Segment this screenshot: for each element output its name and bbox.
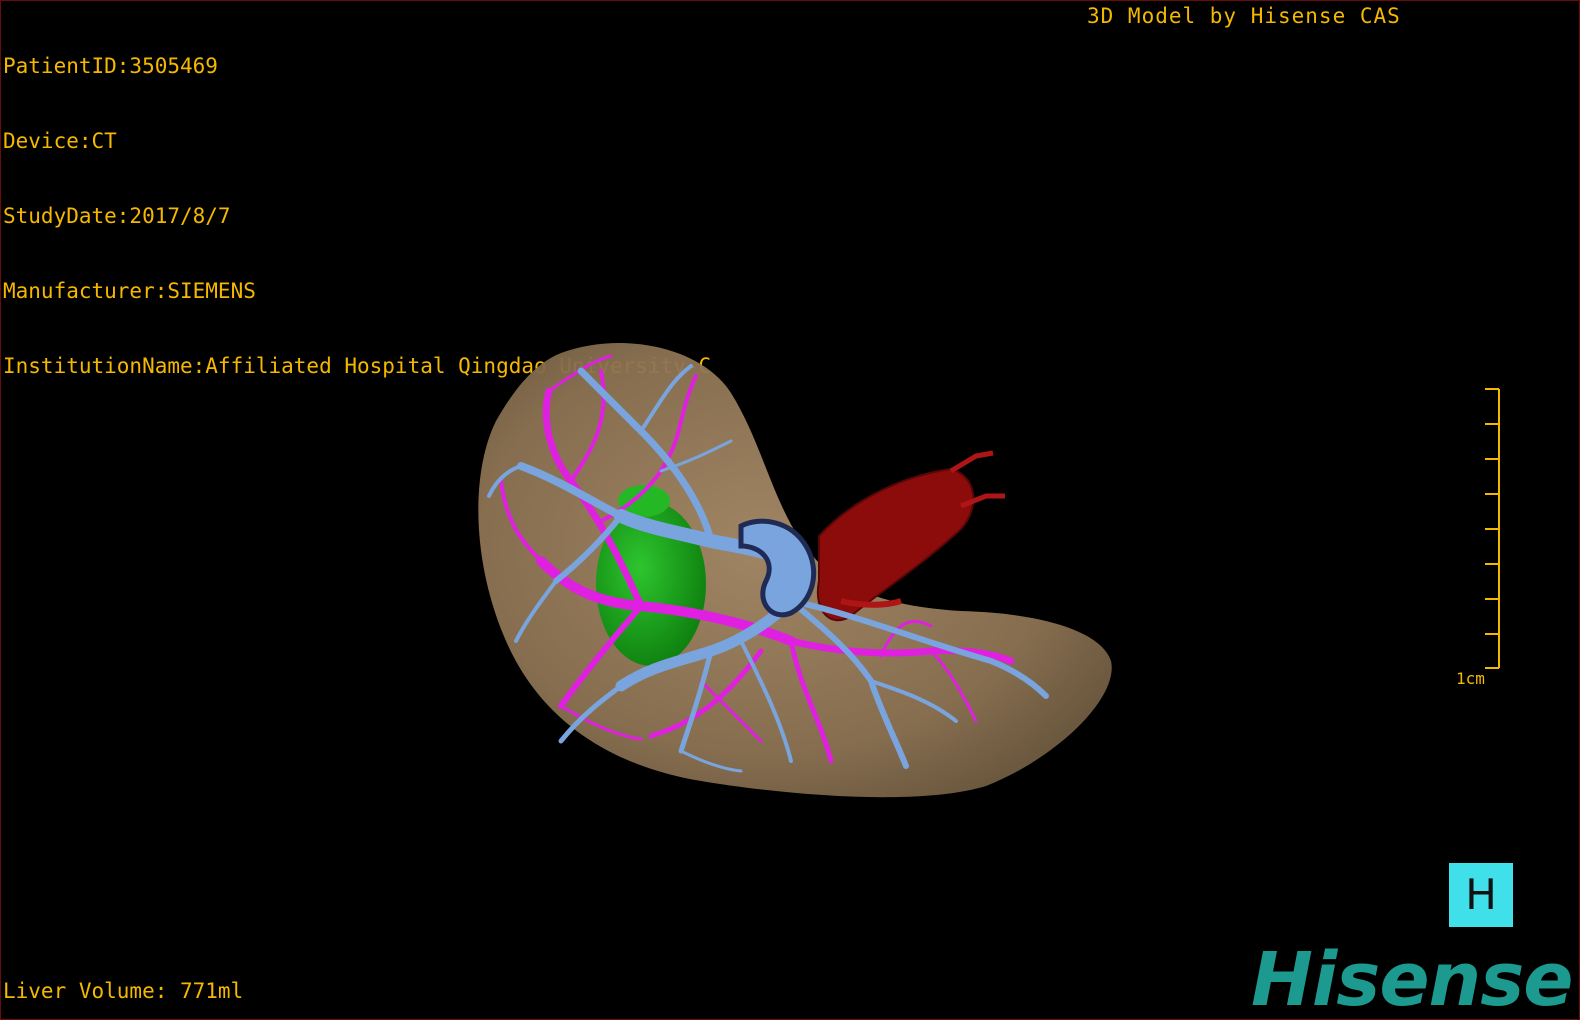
liver-volume: Liver Volume: 771ml [3, 979, 244, 1003]
vena-cava [816, 450, 1005, 622]
scale-bar-label: 1cm [1456, 669, 1485, 688]
hisense-logo: Hisense [1251, 937, 1573, 1020]
view-orientation-button[interactable]: H [1449, 863, 1513, 927]
liver-3d-model[interactable] [1, 1, 1579, 1019]
scale-bar [1485, 388, 1500, 669]
3d-viewport[interactable]: PatientID:3505469 Device:CT StudyDate:20… [0, 0, 1580, 1020]
